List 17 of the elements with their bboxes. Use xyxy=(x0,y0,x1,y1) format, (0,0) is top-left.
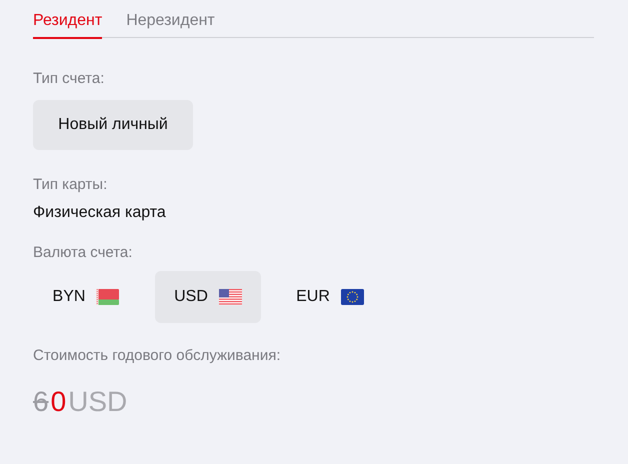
price-currency: USD xyxy=(68,386,128,418)
flag-icon xyxy=(340,289,364,305)
currency-option[interactable]: BYN xyxy=(33,271,139,323)
flag-icon xyxy=(96,289,120,305)
currency-option[interactable]: EUR xyxy=(277,271,383,323)
field-label: Тип счета: xyxy=(33,70,106,87)
old-price: 6 xyxy=(33,386,49,418)
currency-option[interactable]: USD xyxy=(155,271,261,323)
tab[interactable]: Нерезидент xyxy=(126,0,215,39)
field-label: Валюта счета: xyxy=(33,244,134,261)
card-type-value: Физическая карта xyxy=(33,204,167,222)
field-label: Тип карты: xyxy=(33,176,108,193)
account-type-option[interactable]: Новый личный xyxy=(33,100,193,150)
tab[interactable]: Резидент xyxy=(33,0,102,39)
field-label: Стоимость годового обслуживания: xyxy=(33,347,282,364)
flag-icon xyxy=(218,289,242,305)
new-price: 0 xyxy=(50,386,66,418)
